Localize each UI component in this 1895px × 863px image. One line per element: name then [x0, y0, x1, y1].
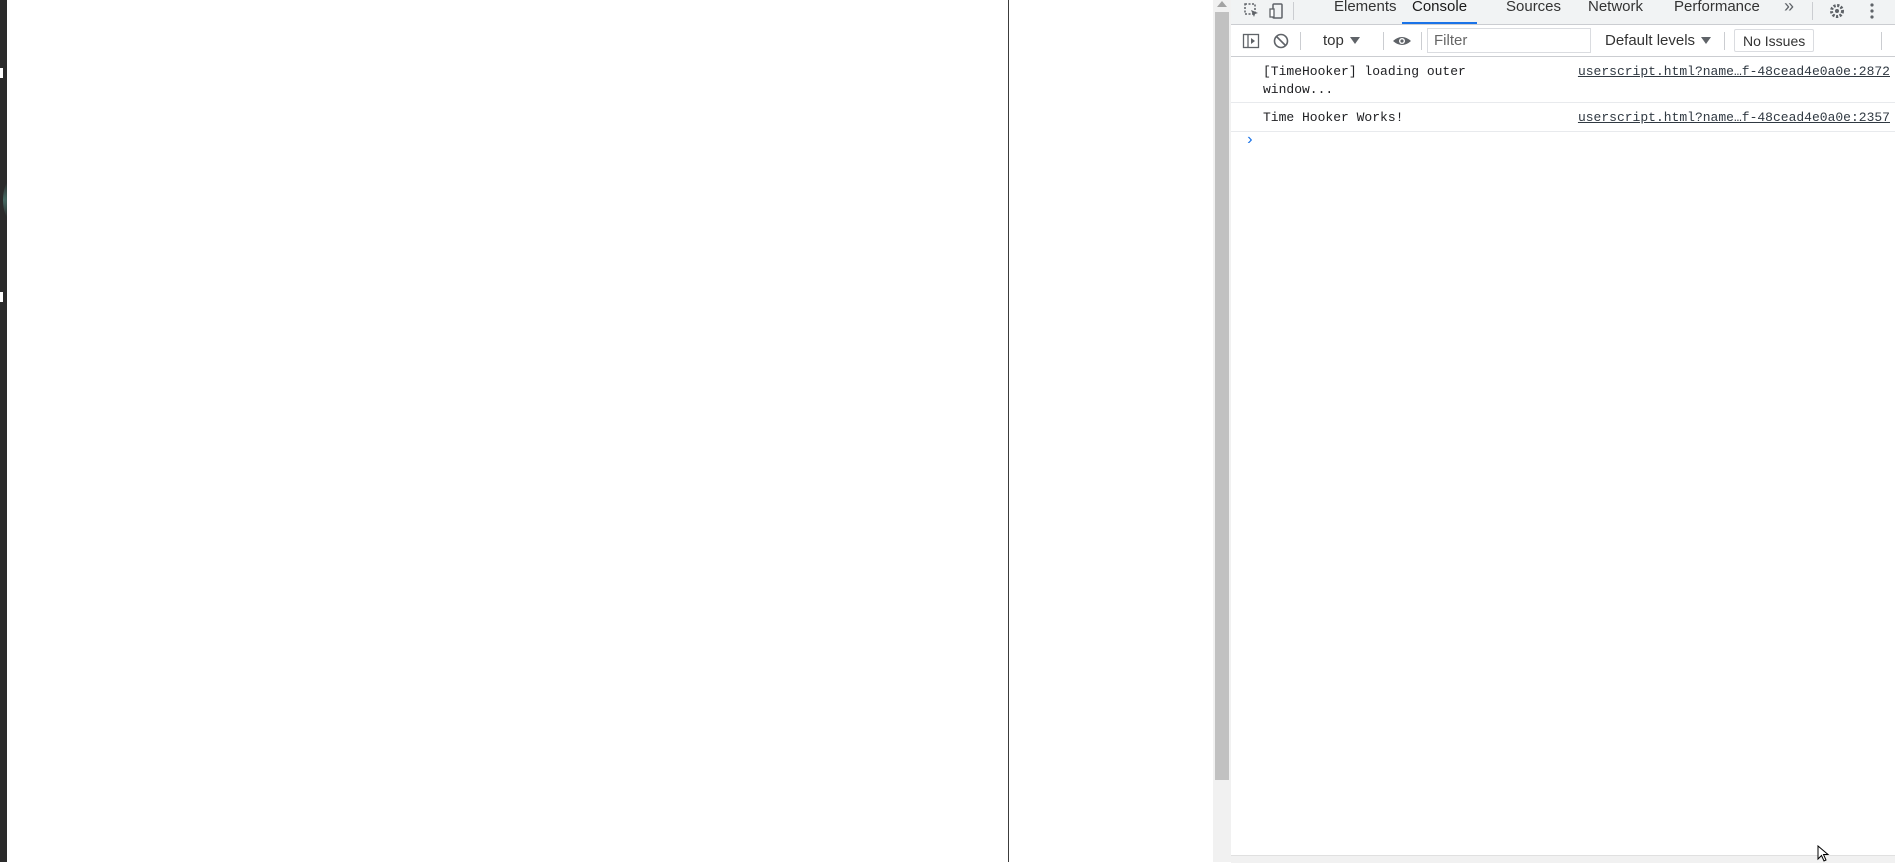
edge-marker: [0, 68, 3, 78]
mouse-cursor-icon: [1817, 845, 1830, 862]
log-levels-label: Default levels: [1605, 32, 1696, 49]
more-tabs-button[interactable]: »: [1784, 0, 1794, 17]
console-message: [TimeHooker] loading outer window... use…: [1231, 57, 1895, 103]
device-toggle-icon[interactable]: [1264, 0, 1290, 22]
tab-separator: [1812, 2, 1813, 20]
message-text: [TimeHooker] loading outer window...: [1263, 64, 1466, 97]
log-levels-dropdown[interactable]: Default levels: [1605, 25, 1712, 56]
tab-console[interactable]: Console: [1401, 0, 1478, 24]
toolbar-separator: [1300, 32, 1301, 50]
tab-performance[interactable]: Performance: [1674, 0, 1760, 24]
console-prompt[interactable]: ›: [1245, 131, 1255, 149]
tab-elements[interactable]: Elements: [1334, 0, 1397, 24]
toolbar-separator: [1881, 32, 1882, 50]
devtools-tab-bar: Elements Console Sources Network Perform…: [1231, 0, 1895, 25]
edge-marker: [0, 292, 3, 302]
message-text: Time Hooker Works!: [1263, 110, 1404, 125]
settings-gear-icon[interactable]: [1824, 0, 1850, 22]
inspect-element-icon[interactable]: [1239, 0, 1265, 22]
message-source-link[interactable]: userscript.html?name…f-48cead4e0a0e:2872: [1578, 63, 1890, 81]
chevron-down-icon: [1349, 37, 1360, 44]
page-viewport: [7, 0, 1009, 862]
message-source-link[interactable]: userscript.html?name…f-48cead4e0a0e:2357: [1578, 109, 1890, 127]
devtools-scrollbar[interactable]: [1213, 0, 1231, 862]
tab-network[interactable]: Network: [1588, 0, 1643, 24]
context-selector[interactable]: top: [1323, 25, 1360, 56]
chevron-down-icon: [1701, 37, 1712, 44]
toolbar-separator: [1724, 32, 1725, 50]
console-messages: [TimeHooker] loading outer window... use…: [1231, 57, 1895, 132]
left-window-edge: [0, 0, 19, 862]
tab-sources[interactable]: Sources: [1506, 0, 1561, 24]
issues-button[interactable]: No Issues: [1734, 29, 1815, 52]
console-toolbar: top Default levels No Issues: [1231, 25, 1895, 57]
context-label: top: [1323, 32, 1344, 49]
more-options-icon[interactable]: [1859, 0, 1885, 22]
toolbar-separator: [1421, 32, 1422, 50]
scrollbar-thumb[interactable]: [1215, 12, 1229, 780]
filter-input[interactable]: [1427, 28, 1591, 53]
console-message: Time Hooker Works! userscript.html?name……: [1231, 103, 1895, 132]
sidebar-toggle-icon[interactable]: [1242, 25, 1260, 56]
scroll-up-icon[interactable]: [1217, 1, 1227, 7]
devtools-panel: Elements Console Sources Network Perform…: [1231, 0, 1895, 863]
viewport-divider: [1008, 0, 1009, 862]
clear-console-icon[interactable]: [1272, 25, 1290, 56]
toolbar-separator: [1383, 32, 1384, 50]
live-expression-eye-icon[interactable]: [1392, 25, 1412, 56]
tab-separator: [1293, 2, 1294, 20]
